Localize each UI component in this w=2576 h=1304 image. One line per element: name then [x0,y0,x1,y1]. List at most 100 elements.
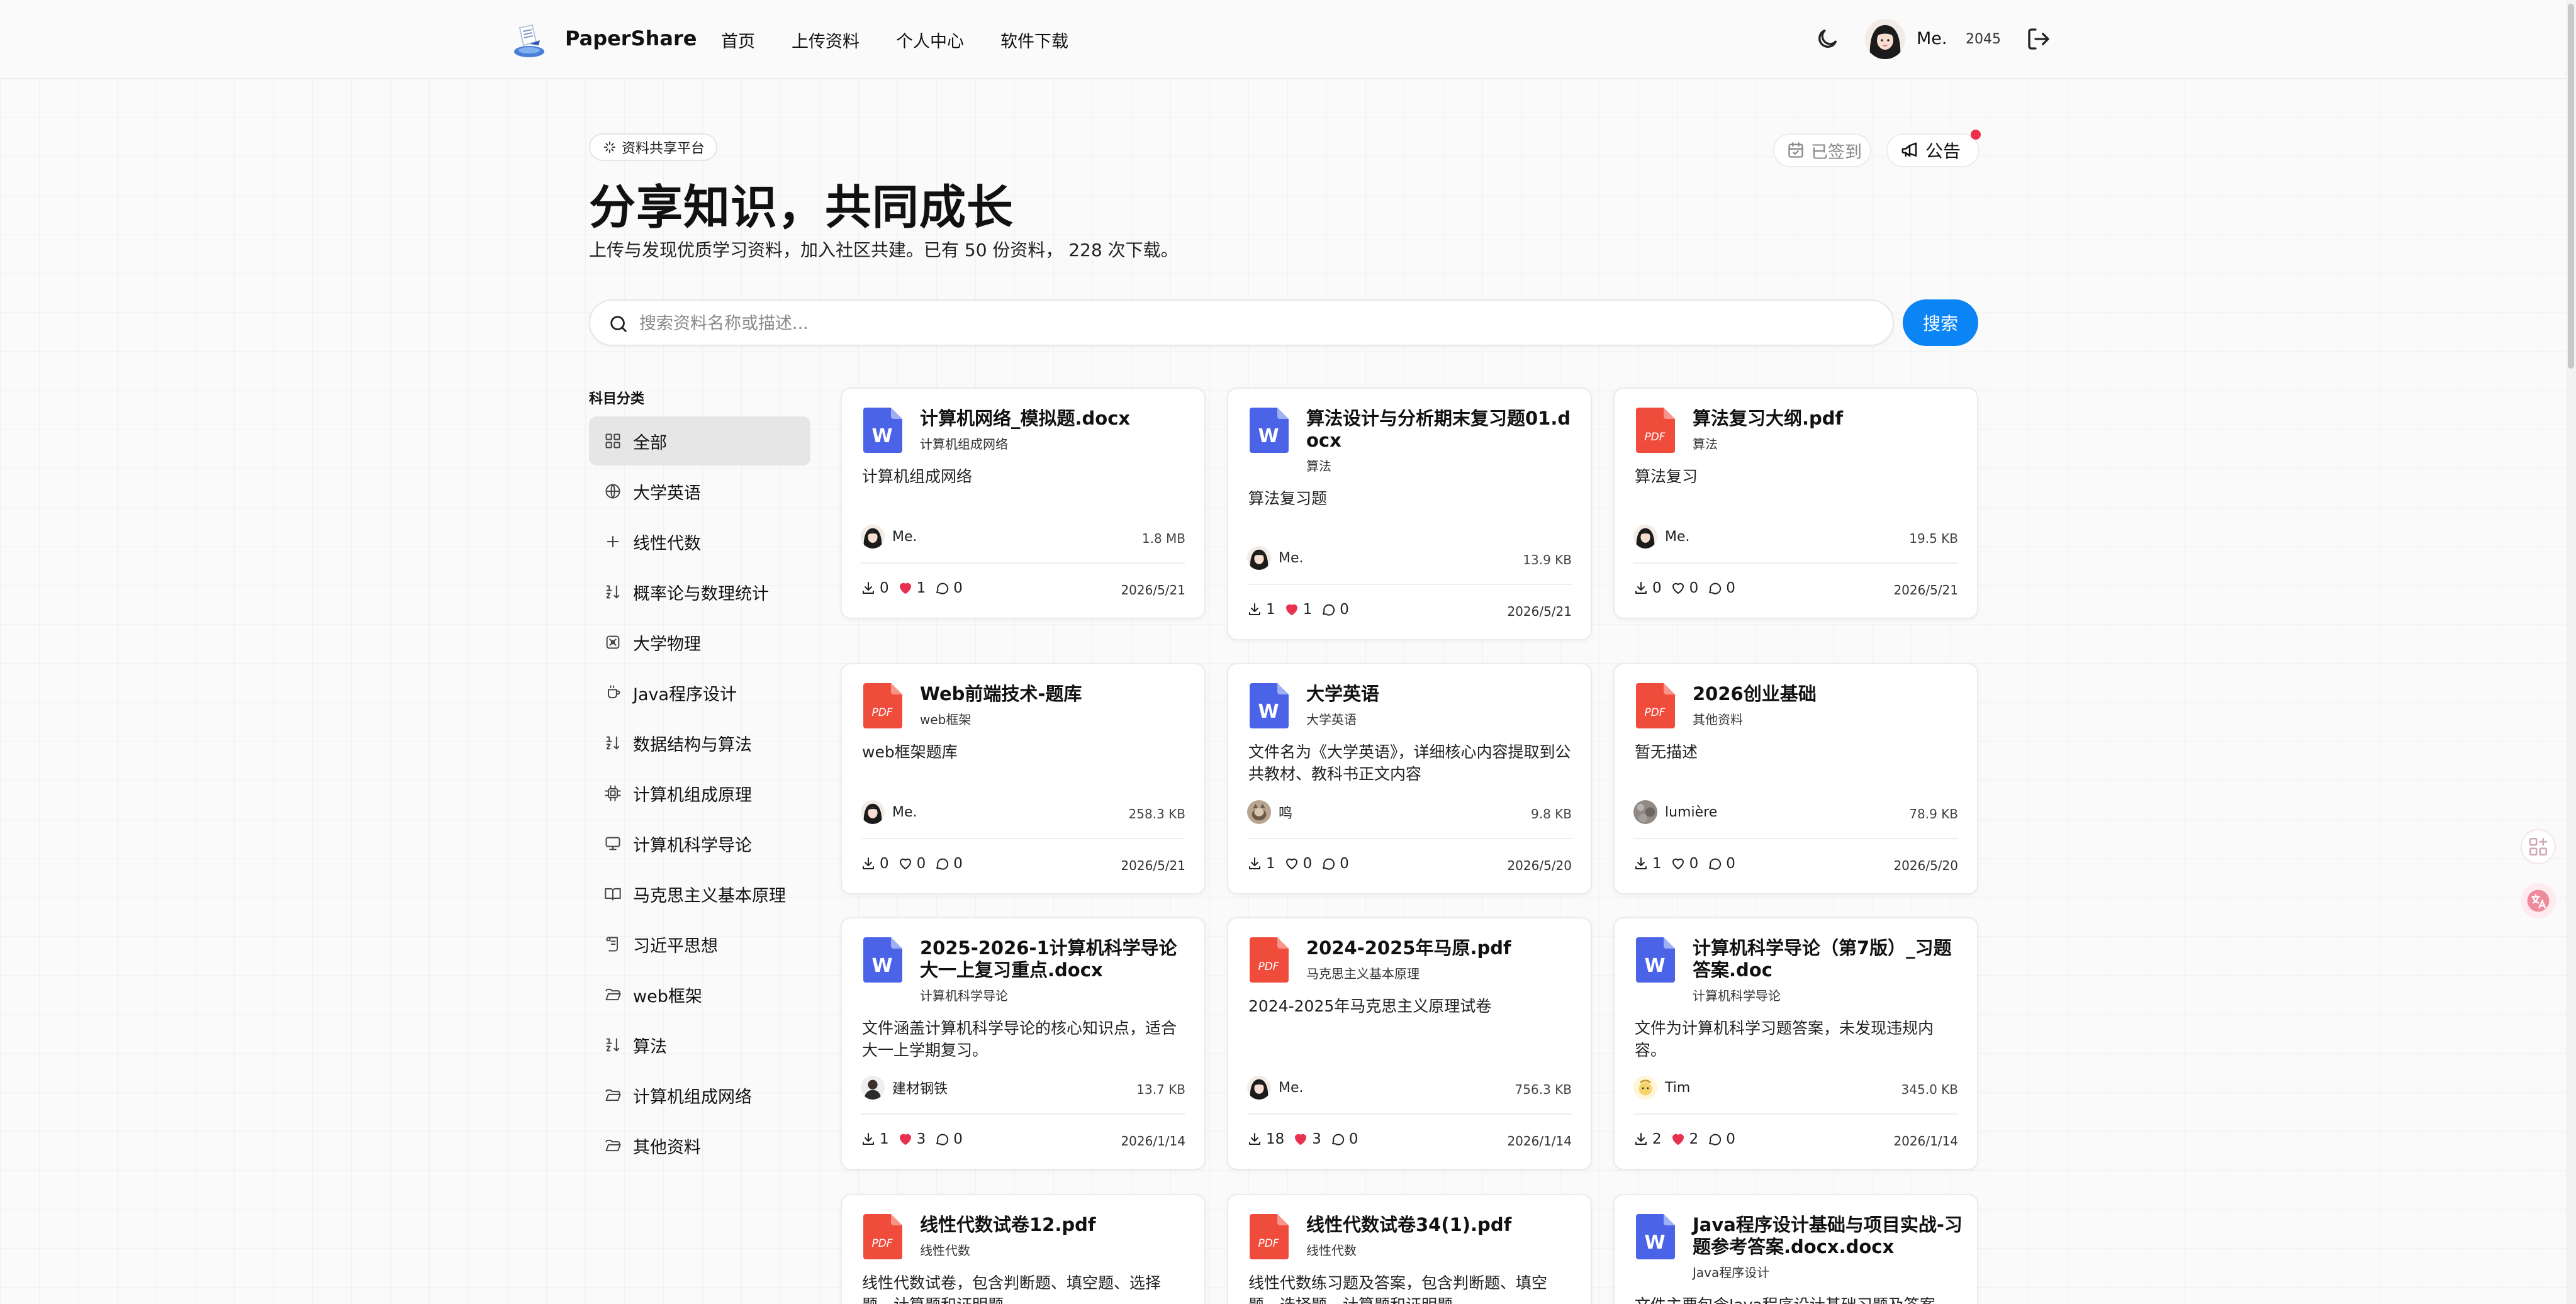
like-stat[interactable]: 2 [1671,1131,1698,1147]
uploader[interactable]: Me. [1247,545,1304,571]
uploader[interactable]: 建材钢铁 [861,1074,948,1101]
resource-card[interactable]: PDF 2026创业基础 其他资料 暂无描述 lumière 78.9 KB 1 0 0 2026… [1613,663,1978,894]
category-item[interactable]: 其他资料 [589,1121,810,1170]
comment-stat[interactable]: 0 [934,855,963,872]
comment-stat[interactable]: 0 [934,1131,963,1147]
resource-title[interactable]: 2024-2025年马原.pdf [1306,937,1577,959]
download-stat[interactable]: 1 [1633,855,1662,872]
resource-card[interactable]: PDF 线性代数试卷34(1).pdf 线性代数 线性代数练习题及答案，包含判断题、填… [1227,1194,1592,1304]
category-item[interactable]: 马克思主义基本原理 [589,869,810,918]
category-item[interactable]: web框架 [589,970,810,1019]
download-stat[interactable]: 0 [861,580,889,596]
comment-stat[interactable]: 0 [1707,580,1735,596]
resource-card[interactable]: PDF 线性代数试卷12.pdf 线性代数线性代数试卷，包含判断题、填空题、选择题、… [841,1194,1206,1304]
uploader[interactable]: Tim [1633,1074,1690,1101]
resource-card[interactable]: W Java程序设计基础与项目实战-习题参考答案.docx.docx Java程序设… [1613,1194,1978,1304]
category-item[interactable]: 计算机组成原理 [589,769,810,818]
category-item[interactable]: 全部 [589,416,810,465]
resource-card[interactable]: W 大学英语 大学英语 文件名为《大学英语》，详细核心内容提取到公共教材、教科书正文内… [1227,663,1592,894]
resource-title[interactable]: 大学英语 [1306,683,1577,705]
upload-date: 2026/1/14 [1893,1134,1958,1149]
uploader[interactable]: Me. [1633,523,1690,550]
search-input[interactable] [639,308,1873,338]
comment-stat[interactable]: 0 [1707,1131,1735,1147]
uploader[interactable]: Me. [861,523,917,550]
header-username[interactable]: Me. [1917,29,1947,48]
like-stat[interactable]: 0 [1671,580,1698,596]
user-avatar[interactable] [1865,19,1905,59]
resource-title[interactable]: 算法设计与分析期末复习题01.docx [1306,408,1577,452]
uploader[interactable]: Me. [1247,1074,1304,1101]
resource-card[interactable]: PDF Web前端技术-题库 web框架 web框架题库 Me. 258.3 KB 0 0 0 2… [841,663,1206,894]
like-stat[interactable]: 1 [1284,601,1312,618]
download-count: 2 [1652,1131,1662,1147]
download-stat[interactable]: 0 [1633,580,1662,596]
download-stat[interactable]: 0 [861,855,889,872]
download-stat[interactable]: 1 [1247,855,1275,872]
resource-title[interactable]: Web前端技术-题库 [920,683,1190,705]
search-button[interactable]: 搜索 [1903,299,1978,346]
resource-title[interactable]: 计算机科学导论（第7版）_习题答案.doc [1693,937,1963,981]
category-item[interactable]: 线性代数 [589,517,810,566]
category-item[interactable]: 概率论与数理统计 [589,567,810,616]
resource-title[interactable]: 算法复习大纲.pdf [1693,408,1963,430]
resource-title[interactable]: 计算机网络_模拟题.docx [920,408,1190,430]
brand-name[interactable]: PaperShare [565,26,697,50]
category-item[interactable]: 数据结构与算法 [589,718,810,767]
resource-card[interactable]: PDF 2024-2025年马原.pdf 马克思主义基本原理 2024-2025年马克… [1227,917,1592,1170]
resource-category: 算法 [1306,459,1331,474]
like-stat[interactable]: 0 [898,855,926,872]
like-stat[interactable]: 3 [898,1131,926,1147]
category-item[interactable]: 计算机组成网络 [589,1071,810,1120]
comment-stat[interactable]: 0 [1707,855,1735,872]
download-stat[interactable]: 2 [1633,1131,1662,1147]
uploader[interactable]: lumière [1633,799,1717,825]
category-item[interactable]: Java程序设计 [589,668,810,717]
uploader[interactable]: Me. [861,799,917,825]
category-item[interactable]: 习近平思想 [589,920,810,969]
like-stat[interactable]: 1 [898,580,926,596]
nav-profile[interactable]: 个人中心 [896,28,964,52]
download-stat[interactable]: 1 [1247,601,1275,618]
nav-upload[interactable]: 上传资料 [792,28,860,52]
download-stat[interactable]: 18 [1247,1131,1284,1147]
floating-apps-button[interactable] [2521,829,2556,864]
resource-title[interactable]: 2026创业基础 [1693,683,1963,705]
logout-icon[interactable] [2026,26,2051,52]
svg-text:W: W [1644,955,1665,977]
comment-stat[interactable]: 0 [1321,601,1349,618]
like-stat[interactable]: 3 [1293,1131,1321,1147]
resource-title[interactable]: Java程序设计基础与项目实战-习题参考答案.docx.docx [1693,1214,1963,1258]
category-item[interactable]: 大学物理 [589,618,810,667]
upload-date: 2026/5/21 [1121,582,1185,598]
download-stat[interactable]: 1 [861,1131,889,1147]
category-item[interactable]: 算法 [589,1020,810,1069]
like-stat[interactable]: 0 [1671,855,1698,872]
moon-icon[interactable] [1815,26,1840,52]
resource-card[interactable]: PDF 算法复习大纲.pdf 算法 算法复习 Me. 19.5 KB 0 0 0 2026/5/2… [1613,387,1978,619]
floating-translate-button[interactable] [2521,883,2556,918]
resource-card[interactable]: W 2025-2026-1计算机科学导论大一上复习重点.docx 计算机科学导论 文件… [841,917,1206,1170]
comment-stat[interactable]: 0 [1321,855,1349,872]
resource-card[interactable]: W 计算机科学导论（第7版）_习题答案.doc 计算机科学导论 文件为计算机科学习题答… [1613,917,1978,1170]
papershare-logo[interactable] [511,23,547,59]
uploader[interactable]: 鸣 [1247,799,1292,825]
checkin-button[interactable]: 已签到 [1773,133,1871,167]
resource-title[interactable]: 线性代数试卷34(1).pdf [1306,1214,1577,1236]
comment-stat[interactable]: 0 [934,580,963,596]
scrollbar-thumb[interactable] [2568,4,2574,369]
category-item[interactable]: 大学英语 [589,467,810,516]
uploader-avatar [1247,1076,1271,1100]
resource-card[interactable]: W 算法设计与分析期末复习题01.docx 算法 算法复习题 Me. 13.9 KB 1 1 0… [1227,387,1592,640]
card-divider [861,562,1185,564]
comment-stat[interactable]: 0 [1330,1131,1358,1147]
apps-add-icon [2529,837,2548,856]
resource-title[interactable]: 2025-2026-1计算机科学导论大一上复习重点.docx [920,937,1190,981]
resource-title[interactable]: 线性代数试卷12.pdf [920,1214,1190,1236]
nav-home[interactable]: 首页 [721,28,755,52]
nav-software-download[interactable]: 软件下载 [1000,28,1068,52]
like-stat[interactable]: 0 [1284,855,1312,872]
category-item[interactable]: 计算机科学导论 [589,819,810,868]
resource-card[interactable]: W 计算机网络_模拟题.docx 计算机组成网络 计算机组成网络 Me. 1.8 MB 0 1… [841,387,1206,619]
announcement-button[interactable]: 公告 [1886,133,1980,167]
